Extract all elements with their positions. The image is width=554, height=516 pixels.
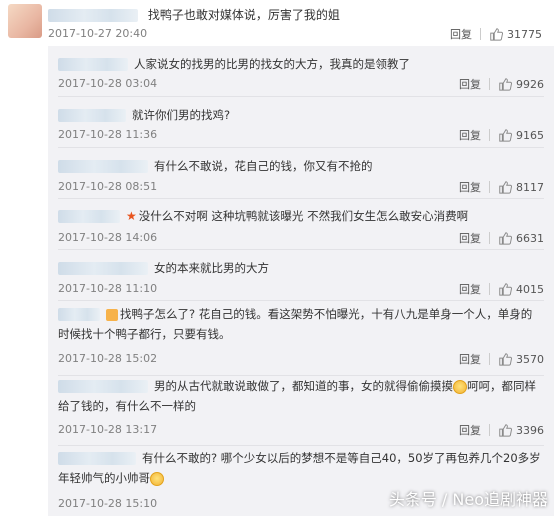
replies-panel: 人家说女的找男的比男的找女的大方，我真的是领教了 2017-10-28 03:0… [48,46,554,516]
reply-line: 找鸭子怎么了? 花自己的钱。看这架势不怕曝光，十有八九是单身一个人，单身的时候找… [58,304,542,344]
divider [489,181,490,193]
thumb-up-icon[interactable] [498,180,512,194]
reply-item: 就许你们男的找鸡? 2017-10-28 11:36 回复 9165 [48,97,554,147]
reply-item: 找鸭子怎么了? 花自己的钱。看这架势不怕曝光，十有八九是单身一个人，单身的时候找… [48,301,554,375]
reply-time: 2017-10-28 15:10 [58,497,158,510]
reply-actions: 回复 3570 [459,351,544,367]
reply-time: 2017-10-28 15:02 [58,352,158,365]
thumb-up-icon[interactable] [498,282,512,296]
blurred-username[interactable] [58,160,148,173]
reply-actions: 回复 8117 [459,179,544,195]
divider [489,232,490,244]
reply-text: 男的从古代就敢说敢做了，都知道的事，女的就得偷偷摸摸 [154,379,453,393]
reply-actions: 回复 4015 [459,281,544,297]
blurred-username[interactable] [58,58,128,71]
reply-line: 人家说女的找男的比男的找女的大方，我真的是领教了 [58,54,542,74]
reply-button[interactable]: 回复 [459,230,481,246]
like-count: 8117 [516,180,544,194]
reply-line: ★ 没什么不对啊 这种坑鸭就该曝光 不然我们女生怎么敢安心消费啊 [58,206,542,226]
divider [489,78,490,90]
reply-item: 女的本来就比男的大方 2017-10-28 11:10 回复 4015 [48,250,554,300]
reply-button[interactable]: 回复 [459,76,481,92]
like-count: 9165 [516,128,544,142]
reply-actions: 回复 9165 [459,127,544,143]
reply-button[interactable]: 回复 [459,422,481,438]
watermark: 头条号 / Neo追剧神器 [388,490,548,509]
reply-button[interactable]: 回复 [459,351,481,367]
reply-time: 2017-10-28 03:04 [58,77,158,90]
divider [489,353,490,365]
comment-line: 找鸭子也敢对媒体说，厉害了我的姐 [48,6,340,23]
reply-button[interactable]: 回复 [450,26,472,42]
like-count: 31775 [507,27,542,41]
reply-time: 2017-10-28 11:36 [58,128,158,141]
reply-line: 有什么不敢的? 哪个少女以后的梦想不是等自己40，50岁了再包养几个20多岁年轻… [58,448,542,488]
top-comment: 找鸭子也敢对媒体说，厉害了我的姐 2017-10-27 20:40 回复 317… [0,0,554,46]
reply-text: 找鸭子怎么了? 花自己的钱。看这架势不怕曝光，十有八九是单身一个人，单身的时候找… [58,307,533,341]
blurred-username[interactable] [58,452,136,465]
reply-text: 人家说女的找男的比男的找女的大方，我真的是领教了 [134,57,410,71]
thumb-up-icon[interactable] [498,231,512,245]
thumb-up-icon[interactable] [498,423,512,437]
reply-actions: 回复 3396 [459,422,544,438]
avatar[interactable] [8,4,42,38]
blurred-username[interactable] [48,9,138,22]
reply-actions: 回复 6631 [459,230,544,246]
star-icon: ★ [126,209,137,223]
comment-actions: 回复 31775 [450,26,542,42]
reply-line: 就许你们男的找鸡? [58,105,542,125]
reply-button[interactable]: 回复 [459,127,481,143]
divider [489,129,490,141]
reply-item: 人家说女的找男的比男的找女的大方，我真的是领教了 2017-10-28 03:0… [48,46,554,96]
reply-actions: 回复 9926 [459,76,544,92]
reply-button[interactable]: 回复 [459,281,481,297]
divider [489,424,490,436]
like-count: 9926 [516,77,544,91]
thumb-up-icon[interactable] [498,77,512,91]
like-count: 3396 [516,423,544,437]
blurred-username[interactable] [58,109,126,122]
vip-badge-icon [106,308,118,321]
reply-time: 2017-10-28 14:06 [58,231,158,244]
thumb-up-icon[interactable] [489,27,503,41]
reply-text: 没什么不对啊 这种坑鸭就该曝光 不然我们女生怎么敢安心消费啊 [138,209,469,223]
reply-button[interactable]: 回复 [459,179,481,195]
thumb-up-icon[interactable] [498,352,512,366]
reply-text: 就许你们男的找鸡? [132,108,231,122]
divider [489,283,490,295]
comment-time: 2017-10-27 20:40 [48,27,148,40]
reply-item: ★ 没什么不对啊 这种坑鸭就该曝光 不然我们女生怎么敢安心消费啊 2017-10-… [48,199,554,249]
thumb-up-icon[interactable] [498,128,512,142]
reply-text: 有什么不敢说，花自己的钱，你又有不抢的 [154,159,373,173]
blurred-username[interactable] [58,308,100,321]
reply-line: 男的从古代就敢说敢做了，都知道的事，女的就得偷偷摸摸 呵呵，都同样给了钱的，有什么… [58,376,542,416]
like-count: 3570 [516,352,544,366]
reply-time: 2017-10-28 11:10 [58,282,158,295]
reply-line: 女的本来就比男的大方 [58,258,542,278]
reply-time: 2017-10-28 13:17 [58,423,158,436]
emoji-icon [150,471,164,486]
divider [480,28,481,40]
reply-line: 有什么不敢说，花自己的钱，你又有不抢的 [58,156,542,176]
reply-text: 女的本来就比男的大方 [154,261,269,275]
blurred-username[interactable] [58,262,148,275]
like-count: 4015 [516,282,544,296]
blurred-username[interactable] [58,210,120,223]
comment-text: 找鸭子也敢对媒体说，厉害了我的姐 [147,8,340,22]
emoji-icon [453,379,467,394]
reply-item: 有什么不敢说，花自己的钱，你又有不抢的 2017-10-28 08:51 回复 … [48,148,554,198]
blurred-username[interactable] [58,380,148,393]
reply-time: 2017-10-28 08:51 [58,180,158,193]
like-count: 6631 [516,231,544,245]
reply-item: 男的从古代就敢说敢做了，都知道的事，女的就得偷偷摸摸 呵呵，都同样给了钱的，有什么… [48,376,554,445]
